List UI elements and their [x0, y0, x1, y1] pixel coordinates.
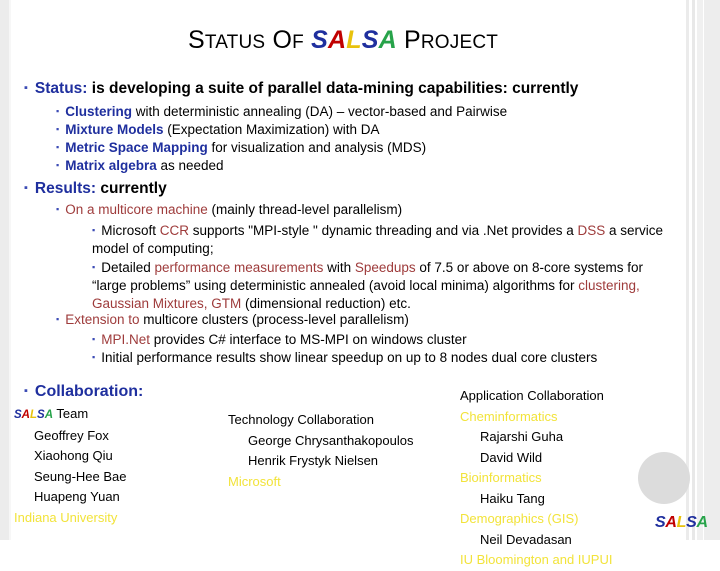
application-group-title: Demographics (GIS): [460, 511, 579, 526]
bullet-icon: ▪: [56, 106, 60, 116]
right-edge-stripe-2: [692, 0, 695, 540]
results-text: currently: [96, 180, 167, 197]
collab-column-application: Application Collaboration Cheminformatic…: [460, 386, 612, 571]
results-heading: ▪ Results: currently: [24, 180, 167, 198]
ccr-line: ▪ Microsoft CCR supports "MPI-style " dyn…: [92, 221, 677, 258]
right-edge-stripe-4: [704, 0, 720, 540]
ccr-p1: Microsoft: [101, 223, 160, 238]
bullet-icon: ▪: [92, 262, 96, 272]
speedups-highlight: Speedups: [354, 260, 416, 275]
bullet-icon: ▪: [56, 124, 60, 134]
collab-column-technology: Technology Collaboration George Chrysant…: [228, 410, 414, 492]
application-group-title: Bioinformatics: [460, 470, 542, 485]
status-item-keyword: Mixture Models: [65, 122, 164, 137]
mpinet-highlight: MPI.Net: [101, 332, 150, 347]
salsa-letter-a1: A: [21, 409, 30, 421]
application-header: Application Collaboration: [460, 388, 604, 403]
salsa-letter-l: L: [676, 514, 687, 531]
technology-member: Henrik Frystyk Nielsen: [248, 453, 379, 468]
bullet-icon: ▪: [92, 334, 96, 344]
status-item-2: ▪ Metric Space Mapping for visualization …: [56, 140, 426, 155]
perf-p4: (dimensional reduction) etc.: [241, 296, 411, 311]
salsa-letter-s2: S: [37, 409, 45, 421]
bullet-icon: ▪: [56, 204, 60, 214]
status-label: Status:: [34, 80, 88, 97]
status-item-text: for visualization and analysis (MDS): [207, 140, 427, 155]
bullet-icon: ▪: [24, 182, 28, 194]
slide-body: ▪ Status: is developing a suite of parall…: [0, 0, 686, 567]
salsa-team-label: Team: [53, 406, 89, 421]
extension-highlight: Extension to: [65, 312, 140, 327]
bullet-icon: ▪: [92, 352, 96, 362]
salsa-team-logo: SALSA: [14, 409, 53, 421]
salsa-letter-s2: S: [686, 514, 697, 531]
status-item-3: ▪ Matrix algebra as needed: [56, 158, 224, 173]
status-item-text: as needed: [156, 158, 224, 173]
dss-highlight: DSS: [577, 223, 606, 238]
status-heading: ▪ Status: is developing a suite of parall…: [24, 80, 578, 98]
team-member: Seung-Hee Bae: [34, 468, 127, 484]
status-item-text: with deterministic annealing (DA) – vect…: [131, 104, 508, 119]
multicore-highlight: On a multicore machine: [65, 202, 208, 217]
salsa-letter-l: L: [29, 409, 38, 421]
bullet-icon: ▪: [24, 385, 28, 397]
perf-highlight: performance measurements: [154, 260, 324, 275]
status-item-keyword: Metric Space Mapping: [65, 140, 208, 155]
status-item-1: ▪ Mixture Models (Expectation Maximizatio…: [56, 122, 380, 137]
bullet-icon: ▪: [56, 142, 60, 152]
salsa-team-header: SALSA Team: [14, 404, 127, 426]
team-member: Geoffrey Fox: [34, 427, 109, 443]
collaboration-label: Collaboration:: [34, 383, 144, 400]
initial-results-text: Initial performance results show linear …: [101, 350, 598, 365]
status-item-0: ▪ Clustering with deterministic annealing…: [56, 104, 507, 119]
application-affiliation: IU Bloomington and IUPUI: [460, 552, 613, 567]
technology-affiliation: Microsoft: [228, 473, 281, 489]
salsa-letter-s1: S: [655, 514, 666, 531]
bullet-icon: ▪: [56, 314, 60, 324]
status-text: is developing a suite of parallel data-m…: [87, 80, 579, 97]
initial-results-line: ▪ Initial performance results show linear…: [92, 348, 667, 367]
perf-p1: Detailed: [101, 260, 155, 275]
application-member: Rajarshi Guha: [480, 429, 564, 444]
bullet-icon: ▪: [56, 160, 60, 170]
team-affiliation: Indiana University: [14, 509, 118, 525]
status-item-text: (Expectation Maximization) with DA: [163, 122, 380, 137]
right-edge-stripe-1: [686, 0, 689, 540]
extension-rest: multicore clusters (process-level parall…: [139, 312, 409, 327]
bullet-icon: ▪: [24, 82, 28, 94]
team-member: Huapeng Yuan: [34, 489, 120, 504]
performance-line: ▪ Detailed performance measurements with …: [92, 258, 677, 313]
collaboration-heading: ▪ Collaboration:: [24, 383, 143, 401]
application-group-title: Cheminformatics: [460, 408, 558, 424]
mpinet-line: ▪ MPI.Net provides C# interface to MS-MPI…: [92, 330, 677, 349]
salsa-letter-a1: A: [665, 514, 677, 531]
salsa-corner-logo: SALSA: [655, 514, 708, 532]
extension-line: ▪ Extension to multicore clusters (proces…: [56, 312, 409, 327]
results-label: Results:: [34, 180, 97, 197]
mpinet-rest: provides C# interface to MS-MPI on windo…: [149, 332, 467, 347]
results-multicore-line: ▪ On a multicore machine (mainly thread-l…: [56, 202, 402, 217]
technology-member: George Chrysanthakopoulos: [248, 432, 414, 448]
salsa-letter-a2: A: [696, 514, 709, 531]
technology-header: Technology Collaboration: [228, 412, 374, 427]
right-edge-stripe-3: [697, 0, 703, 540]
team-member: Xiaohong Qiu: [34, 448, 113, 463]
collab-column-salsa-team: SALSA Team Geoffrey Fox Xiaohong Qiu Seu…: [14, 404, 127, 528]
status-item-keyword: Matrix algebra: [65, 158, 157, 173]
application-member: Haiku Tang: [480, 490, 545, 506]
bullet-icon: ▪: [92, 225, 96, 235]
salsa-letter-s1: S: [14, 409, 22, 421]
multicore-rest: (mainly thread-level parallelism): [207, 202, 403, 217]
ccr-highlight: CCR: [159, 223, 189, 238]
salsa-letter-a2: A: [44, 409, 53, 421]
status-item-keyword: Clustering: [65, 104, 132, 119]
application-member: David Wild: [480, 449, 543, 465]
perf-p2: with: [323, 260, 355, 275]
ccr-p2: supports "MPI-style " dynamic threading …: [188, 223, 578, 238]
